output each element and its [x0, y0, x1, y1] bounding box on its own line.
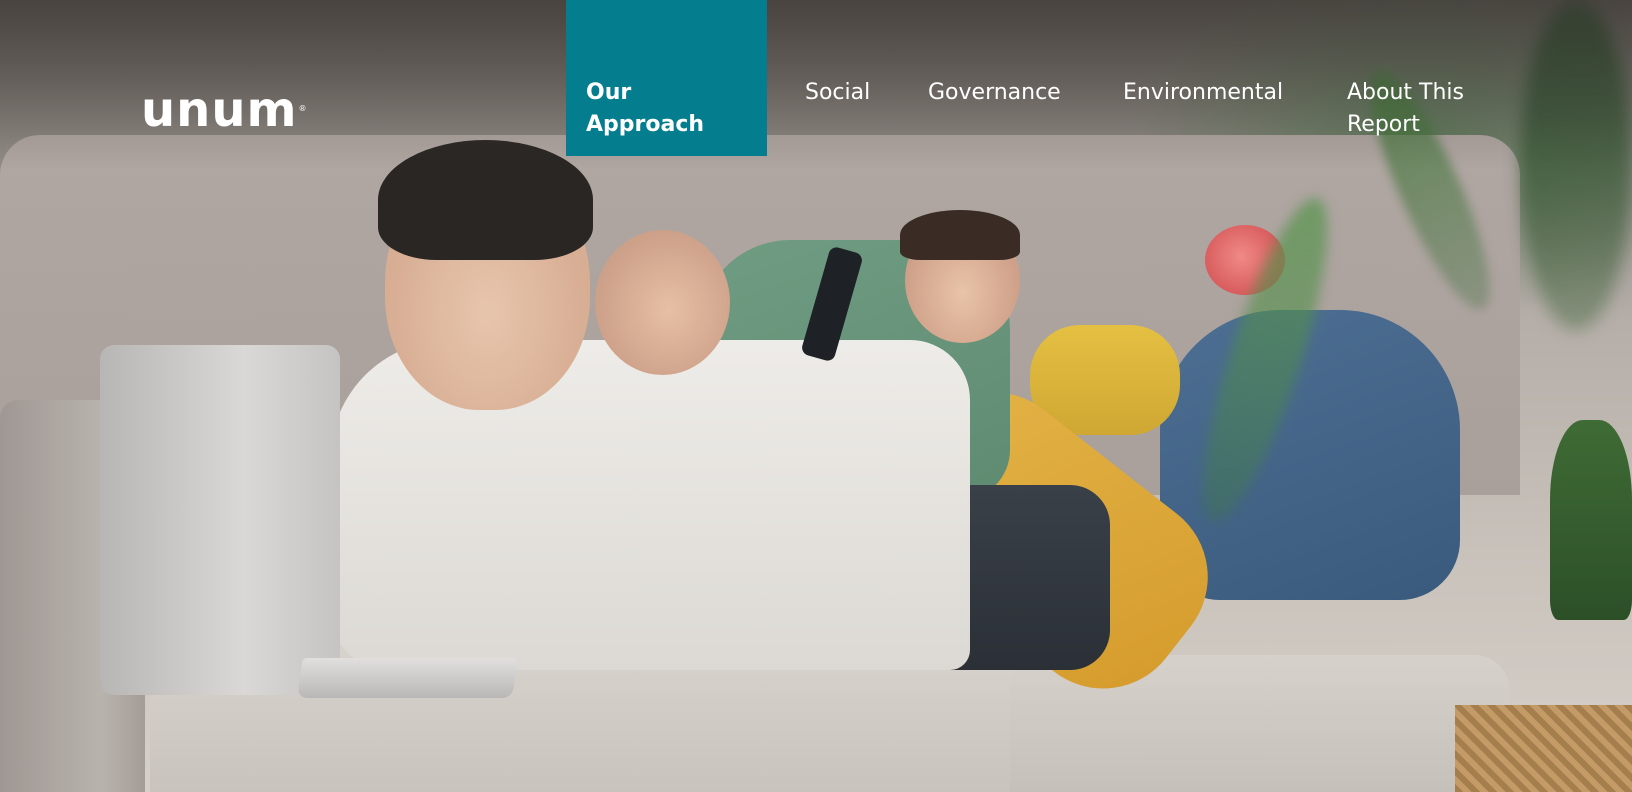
laptop-base	[297, 658, 518, 698]
nav-item-about-this-report[interactable]: About This Report	[1347, 0, 1477, 156]
hero-banner: unum ® Our Approach Social Governance En…	[0, 0, 1632, 792]
boy-head	[595, 230, 730, 375]
potted-plant	[1550, 420, 1632, 620]
nav-item-social[interactable]: Social	[805, 0, 870, 156]
laptop	[100, 345, 340, 695]
logo-wordmark: unum	[141, 82, 298, 138]
nav-item-governance[interactable]: Governance	[928, 0, 1061, 156]
registered-mark: ®	[298, 104, 307, 113]
nav-item-environmental[interactable]: Environmental	[1123, 0, 1283, 156]
nav-item-our-approach[interactable]: Our Approach	[566, 0, 767, 156]
unum-logo[interactable]: unum ®	[141, 86, 307, 134]
girl-hair	[900, 210, 1020, 260]
wicker-basket	[1455, 705, 1632, 792]
